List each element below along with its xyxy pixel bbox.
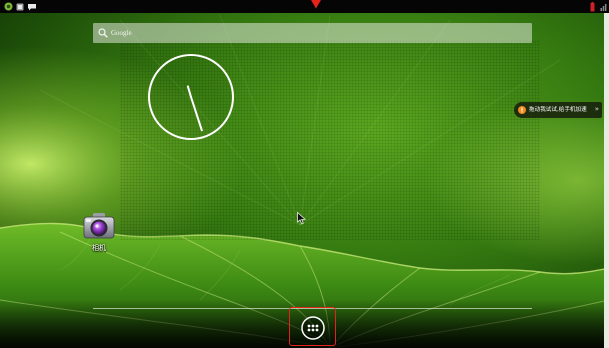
message-icon[interactable]	[27, 3, 37, 11]
app-shortcut-camera[interactable]: 相机	[78, 210, 120, 254]
alert-icon	[518, 106, 526, 114]
app-notification-icon[interactable]	[4, 2, 13, 11]
gallery-icon[interactable]	[16, 3, 24, 11]
analog-clock-widget[interactable]	[146, 52, 236, 142]
speed-up-notification[interactable]: 拖动我试试,给手机加速 »	[514, 102, 602, 118]
google-search-bar[interactable]: Google	[93, 23, 532, 43]
notification-arrow: »	[594, 105, 599, 113]
camera-icon	[83, 213, 115, 239]
app-label-camera: 相机	[92, 244, 106, 252]
annotation-highlight-box	[289, 307, 336, 346]
screen-edge	[604, 13, 609, 348]
status-bar	[0, 0, 609, 13]
search-label: Google	[111, 29, 132, 37]
annotation-arrow	[311, 0, 321, 9]
signal-icon	[600, 4, 607, 11]
mouse-cursor-icon	[297, 212, 306, 225]
search-icon[interactable]	[98, 28, 108, 38]
notification-text: 拖动我试试,给手机加速	[529, 107, 587, 113]
battery-icon	[590, 2, 595, 12]
